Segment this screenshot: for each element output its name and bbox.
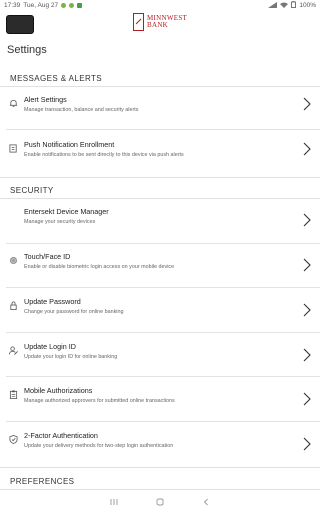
update-login-id-title: Update Login ID	[24, 342, 76, 351]
alert-settings-desc: Manage transaction, balance and security…	[24, 107, 139, 113]
update-password-row[interactable]: Update Password Change your password for…	[0, 297, 320, 319]
update-login-id-desc: Update your login ID for online banking	[24, 354, 118, 360]
push-notification-icon	[9, 140, 18, 153]
mobile-authorizations-desc: Manage authorized approvers for submitte…	[24, 398, 175, 404]
chevron-right-icon	[303, 142, 311, 156]
device-manager-desc: Manage your security devices	[24, 219, 96, 225]
menu-button[interactable]	[6, 15, 34, 34]
logo-line2: BANK	[147, 21, 169, 29]
divider	[0, 489, 320, 490]
two-factor-row[interactable]: 2-Factor Authentication Update your deli…	[0, 431, 320, 453]
device-manager-title: Entersekt Device Manager	[24, 207, 109, 216]
mobile-authorizations-title: Mobile Authorizations	[24, 386, 93, 395]
divider	[0, 198, 320, 199]
chevron-right-icon	[303, 437, 311, 451]
divider	[6, 243, 320, 244]
update-login-id-row[interactable]: Update Login ID Update your login ID for…	[0, 342, 320, 364]
two-factor-desc: Update your delivery methods for two-ste…	[24, 443, 174, 449]
touch-face-id-desc: Enable or disable biometric login access…	[24, 264, 175, 270]
logo-mark-icon	[133, 13, 144, 31]
alert-settings-row[interactable]: Alert Settings Manage transaction, balan…	[0, 95, 320, 117]
alert-settings-title: Alert Settings	[24, 95, 67, 104]
android-icon	[61, 3, 67, 8]
section-preferences: PREFERENCES	[10, 477, 75, 486]
chevron-right-icon	[303, 97, 311, 111]
shield-icon	[9, 431, 18, 444]
bell-icon	[9, 95, 18, 108]
device-manager-row[interactable]: Entersekt Device Manager Manage your sec…	[0, 207, 320, 229]
user-edit-icon	[9, 342, 18, 355]
section-messages-alerts: MESSAGES & ALERTS	[10, 74, 103, 83]
status-bar: 17:39 Tue, Aug 27 100%	[0, 0, 320, 11]
chevron-right-icon	[303, 258, 311, 272]
divider	[6, 287, 320, 288]
divider	[0, 177, 320, 178]
divider	[6, 376, 320, 377]
push-notification-title: Push Notification Enrollment	[24, 140, 115, 149]
status-time: 17:39	[4, 2, 21, 9]
chevron-right-icon	[303, 392, 311, 406]
divider	[6, 332, 320, 333]
push-notification-row[interactable]: Push Notification Enrollment Enable noti…	[0, 140, 320, 162]
divider	[0, 86, 320, 87]
app-notification-icon	[77, 3, 83, 8]
update-password-title: Update Password	[24, 297, 81, 306]
android-icon	[69, 3, 75, 8]
app-header: MINNWEST BANK	[0, 11, 320, 41]
page-title: Settings	[7, 44, 47, 56]
bank-logo: MINNWEST BANK	[133, 13, 187, 31]
fingerprint-icon	[9, 252, 18, 265]
battery-icon	[291, 1, 297, 10]
update-password-desc: Change your password for online banking	[24, 309, 124, 315]
chevron-right-icon	[303, 348, 311, 362]
chevron-right-icon	[303, 303, 311, 317]
divider	[6, 129, 320, 130]
divider	[0, 467, 320, 468]
battery-level: 100%	[299, 2, 316, 9]
status-date: Tue, Aug 27	[23, 2, 59, 9]
push-notification-desc: Enable notifications to be sent directly…	[24, 152, 184, 158]
chevron-right-icon	[303, 213, 311, 227]
back-icon[interactable]	[202, 493, 210, 511]
home-icon[interactable]	[156, 493, 164, 511]
system-nav-bar	[0, 492, 320, 512]
two-factor-title: 2-Factor Authentication	[24, 431, 98, 440]
touch-face-id-row[interactable]: Touch/Face ID Enable or disable biometri…	[0, 252, 320, 274]
touch-face-id-title: Touch/Face ID	[24, 252, 71, 261]
recent-apps-icon[interactable]	[110, 493, 118, 511]
signal-icon	[268, 1, 278, 10]
section-security: SECURITY	[10, 186, 54, 195]
lock-icon	[9, 297, 18, 310]
clipboard-icon	[9, 386, 18, 399]
divider	[6, 421, 320, 422]
wifi-icon	[280, 2, 289, 10]
mobile-authorizations-row[interactable]: Mobile Authorizations Manage authorized …	[0, 386, 320, 408]
